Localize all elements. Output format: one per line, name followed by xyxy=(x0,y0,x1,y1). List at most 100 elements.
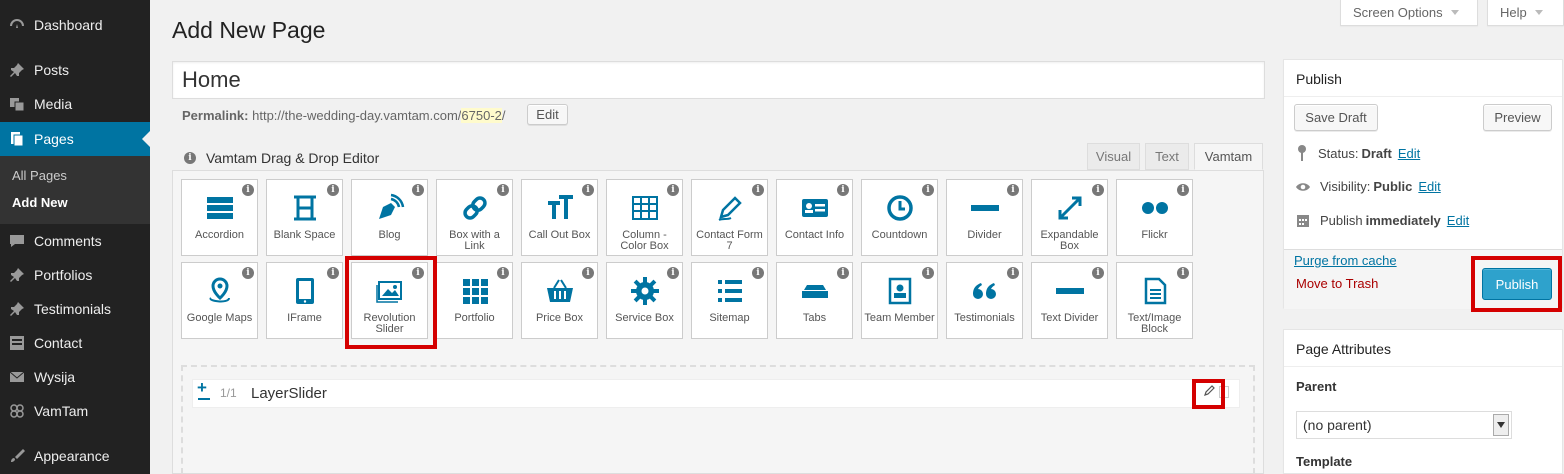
editor-title-label: Vamtam Drag & Drop Editor xyxy=(206,150,380,166)
save-draft-button[interactable]: Save Draft xyxy=(1294,104,1378,131)
element-iframe[interactable]: i IFrame xyxy=(266,262,343,339)
element-team-member[interactable]: i Team Member xyxy=(861,262,938,339)
element-label: Team Member xyxy=(864,312,935,324)
expand-plus-icon[interactable]: + xyxy=(197,379,207,396)
schedule-edit-link[interactable]: Edit xyxy=(1447,213,1469,228)
menu-item-appearance[interactable]: Appearance xyxy=(0,439,150,473)
element-text-image-block[interactable]: i Text/Image Block xyxy=(1116,262,1193,339)
tab-vamtam[interactable]: Vamtam xyxy=(1194,143,1263,170)
info-icon: i xyxy=(497,267,509,279)
schedule-row: Publish immediately Edit xyxy=(1296,213,1469,228)
menu-item-vamtam[interactable]: VamTam xyxy=(0,394,150,428)
info-icon: i xyxy=(752,267,764,279)
element-sitemap[interactable]: i Sitemap xyxy=(691,262,768,339)
layerslider-row: + 1/1 LayerSlider xyxy=(192,379,1240,408)
menu-item-portfolios[interactable]: Portfolios xyxy=(0,258,150,292)
pencil-icon xyxy=(718,196,742,221)
brush-icon xyxy=(9,448,25,464)
editor-title: i Vamtam Drag & Drop Editor xyxy=(184,150,379,166)
element-price-box[interactable]: i Price Box xyxy=(521,262,598,339)
submenu-add-new[interactable]: Add New xyxy=(12,195,68,210)
menu-item-posts[interactable]: Posts xyxy=(0,53,150,87)
menu-label: Portfolios xyxy=(34,267,93,283)
element-label: Call Out Box xyxy=(528,229,591,241)
help-button[interactable]: Help xyxy=(1487,0,1564,26)
menu-item-media[interactable]: Media xyxy=(0,87,150,121)
pages-submenu: All Pages Add New xyxy=(0,156,150,224)
element-expandable-box[interactable]: i Expandable Box xyxy=(1031,179,1108,256)
element-google-maps[interactable]: i Google Maps xyxy=(181,262,258,339)
element-blank-space[interactable]: i Blank Space xyxy=(266,179,343,256)
element-box-with-link[interactable]: i Box with a Link xyxy=(436,179,513,256)
menu-item-contact[interactable]: Contact xyxy=(0,326,150,360)
preview-button[interactable]: Preview xyxy=(1483,104,1552,131)
divider-icon xyxy=(1055,288,1084,294)
move-to-trash-link[interactable]: Move to Trash xyxy=(1296,276,1378,291)
dashboard-icon xyxy=(9,17,25,33)
parent-select[interactable]: (no parent) xyxy=(1296,411,1512,439)
tab-text[interactable]: Text xyxy=(1145,143,1189,170)
element-text-divider[interactable]: i Text Divider xyxy=(1031,262,1108,339)
element-divider[interactable]: i Divider xyxy=(946,179,1023,256)
element-column-color-box[interactable]: i Column - Color Box xyxy=(606,179,683,256)
menu-label: VamTam xyxy=(34,403,89,419)
tablet-icon xyxy=(295,278,314,304)
element-call-out-box[interactable]: i Call Out Box xyxy=(521,179,598,256)
element-contact-info[interactable]: i Contact Info xyxy=(776,179,853,256)
menu-label: Dashboard xyxy=(34,17,103,33)
highlight-publish xyxy=(1471,256,1562,312)
element-accordion[interactable]: i Accordion xyxy=(181,179,258,256)
triangle-down-icon xyxy=(1534,10,1543,15)
element-service-box[interactable]: i Service Box xyxy=(606,262,683,339)
status-edit-link[interactable]: Edit xyxy=(1398,146,1420,161)
list-icon xyxy=(717,280,742,302)
menu-label: Contact xyxy=(34,335,83,351)
element-blog[interactable]: i Blog xyxy=(351,179,428,256)
element-label: Text Divider xyxy=(1040,312,1099,324)
menu-item-testimonials[interactable]: Testimonials xyxy=(0,292,150,326)
row-size[interactable]: 1/1 xyxy=(220,386,237,400)
pin-icon xyxy=(9,267,25,283)
permalink-slug[interactable]: 6750-2 xyxy=(461,108,502,123)
divider-icon xyxy=(970,205,999,211)
permalink: Permalink: http://the-wedding-day.vamtam… xyxy=(182,108,506,123)
element-countdown[interactable]: i Countdown xyxy=(861,179,938,256)
menu-item-wysija[interactable]: Wysija xyxy=(0,360,150,394)
tab-visual[interactable]: Visual xyxy=(1087,143,1140,170)
element-portfolio[interactable]: i Portfolio xyxy=(436,262,513,339)
contact-card-icon xyxy=(888,277,911,305)
element-testimonials[interactable]: i Testimonials xyxy=(946,262,1023,339)
element-tabs[interactable]: i Tabs xyxy=(776,262,853,339)
menu-label: Appearance xyxy=(34,448,110,464)
mail-icon xyxy=(9,369,25,385)
permalink-edit-button[interactable]: Edit xyxy=(527,104,568,125)
comment-icon xyxy=(9,233,25,249)
element-flickr[interactable]: i Flickr xyxy=(1116,179,1193,256)
element-label: IFrame xyxy=(287,312,322,324)
info-icon: i xyxy=(922,267,934,279)
pin-icon xyxy=(9,301,25,317)
title-input[interactable] xyxy=(172,61,1265,99)
menu-item-comments[interactable]: Comments xyxy=(0,224,150,258)
element-contact-form-7[interactable]: i Contact Form 7 xyxy=(691,179,768,256)
info-icon: i xyxy=(327,267,339,279)
id-card-icon xyxy=(801,199,828,217)
menu-label: Posts xyxy=(34,62,70,78)
element-label: Flickr xyxy=(1141,229,1168,241)
element-label: Expandable Box xyxy=(1040,229,1099,252)
purge-cache-link[interactable]: Purge from cache xyxy=(1294,253,1397,268)
blank-space-icon xyxy=(293,195,316,221)
media-icon xyxy=(9,96,25,112)
screen-options-button[interactable]: Screen Options xyxy=(1340,0,1478,26)
submenu-all-pages[interactable]: All Pages xyxy=(12,168,67,183)
clock-icon xyxy=(886,195,913,221)
highlight-revolution-slider xyxy=(345,256,437,349)
menu-item-dashboard[interactable]: Dashboard xyxy=(0,8,150,42)
text-size-icon xyxy=(547,195,573,219)
row-title: LayerSlider xyxy=(251,385,327,402)
menu-item-pages[interactable]: Pages xyxy=(0,122,150,156)
collapse-minus-icon[interactable] xyxy=(198,398,210,400)
visibility-label: Visibility: xyxy=(1320,179,1371,194)
visibility-edit-link[interactable]: Edit xyxy=(1418,179,1440,194)
info-icon: i xyxy=(327,184,339,196)
